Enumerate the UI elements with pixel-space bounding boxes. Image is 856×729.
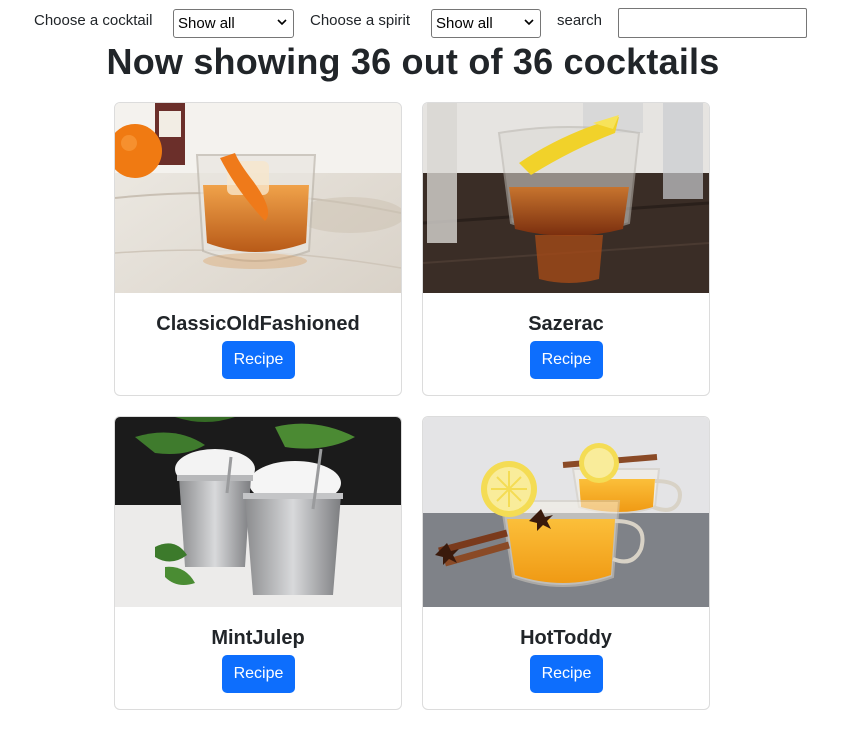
- spirit-select[interactable]: Show all: [431, 9, 541, 38]
- cocktail-card: HotToddy Recipe: [422, 416, 710, 710]
- spirit-filter-label: Choose a spirit: [310, 12, 411, 29]
- filter-bar: Choose a cocktail Show all Choose a spir…: [0, 0, 856, 44]
- recipe-button[interactable]: Recipe: [222, 341, 295, 379]
- results-heading: Now showing 36 out of 36 cocktails: [106, 41, 720, 82]
- cocktail-card: ClassicOldFashioned Recipe: [114, 102, 402, 396]
- cocktail-select-value: Show all: [178, 15, 235, 32]
- cocktail-image: [115, 103, 401, 293]
- recipe-button[interactable]: Recipe: [222, 655, 295, 693]
- cocktail-image: [423, 417, 709, 607]
- chevron-down-icon: [524, 19, 534, 26]
- cocktail-name: MintJulep: [211, 627, 305, 649]
- recipe-button[interactable]: Recipe: [530, 655, 603, 693]
- search-label: search: [557, 12, 603, 29]
- cocktail-select[interactable]: Show all: [173, 9, 294, 38]
- cocktail-card: MintJulep Recipe: [114, 416, 402, 710]
- cocktail-card: Sazerac Recipe: [422, 102, 710, 396]
- cocktail-image: [115, 417, 401, 607]
- chevron-down-icon: [277, 19, 287, 26]
- cocktail-name: Sazerac: [528, 313, 604, 335]
- cocktail-image: [423, 103, 709, 293]
- search-input[interactable]: [618, 8, 807, 38]
- cocktail-filter-label: Choose a cocktail: [34, 12, 153, 29]
- spirit-select-value: Show all: [436, 15, 493, 32]
- recipe-button[interactable]: Recipe: [530, 341, 603, 379]
- cocktail-name: ClassicOldFashioned: [156, 313, 360, 335]
- cocktail-name: HotToddy: [520, 627, 612, 649]
